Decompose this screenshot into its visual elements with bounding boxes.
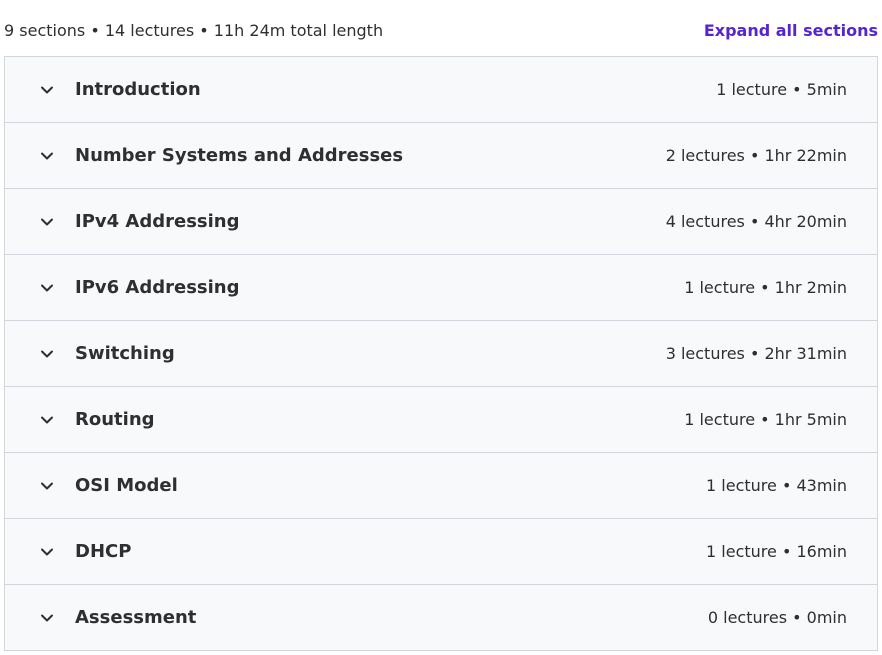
expand-all-sections-button[interactable]: Expand all sections: [704, 20, 878, 42]
section-row-ipv4[interactable]: IPv4 Addressing 4 lectures • 4hr 20min: [5, 189, 877, 255]
section-row-switching[interactable]: Switching 3 lectures • 2hr 31min: [5, 321, 877, 387]
chevron-down-icon: [39, 544, 55, 560]
chevron-down-icon: [39, 478, 55, 494]
section-title: DHCP: [75, 541, 132, 562]
section-meta: 1 lecture • 43min: [706, 476, 847, 495]
section-meta: 4 lectures • 4hr 20min: [665, 212, 847, 231]
section-title: Switching: [75, 343, 175, 364]
section-title: IPv4 Addressing: [75, 211, 240, 232]
section-meta: 1 lecture • 1hr 2min: [684, 278, 847, 297]
section-row-osi-model[interactable]: OSI Model 1 lecture • 43min: [5, 453, 877, 519]
section-row-routing[interactable]: Routing 1 lecture • 1hr 5min: [5, 387, 877, 453]
chevron-down-icon: [39, 148, 55, 164]
section-row-dhcp[interactable]: DHCP 1 lecture • 16min: [5, 519, 877, 585]
section-title: Introduction: [75, 79, 201, 100]
section-row-introduction[interactable]: Introduction 1 lecture • 5min: [5, 57, 877, 123]
curriculum-summary-text: 9 sections • 14 lectures • 11h 24m total…: [4, 21, 384, 40]
section-title: Assessment: [75, 607, 197, 628]
section-meta: 1 lecture • 5min: [716, 80, 847, 99]
curriculum-panel: 9 sections • 14 lectures • 11h 24m total…: [0, 0, 882, 655]
curriculum-summary-bar: 9 sections • 14 lectures • 11h 24m total…: [0, 0, 882, 56]
section-meta: 0 lectures • 0min: [707, 608, 847, 627]
section-meta: 3 lectures • 2hr 31min: [665, 344, 847, 363]
section-meta: 1 lecture • 1hr 5min: [684, 410, 847, 429]
section-row-number-systems[interactable]: Number Systems and Addresses 2 lectures …: [5, 123, 877, 189]
section-title: IPv6 Addressing: [75, 277, 240, 298]
section-meta: 2 lectures • 1hr 22min: [665, 146, 847, 165]
section-title: Number Systems and Addresses: [75, 145, 404, 166]
section-title: OSI Model: [75, 475, 178, 496]
section-title: Routing: [75, 409, 155, 430]
chevron-down-icon: [39, 610, 55, 626]
chevron-down-icon: [39, 82, 55, 98]
chevron-down-icon: [39, 280, 55, 296]
chevron-down-icon: [39, 346, 55, 362]
section-meta: 1 lecture • 16min: [706, 542, 847, 561]
section-list: Introduction 1 lecture • 5min Number Sys…: [4, 56, 878, 651]
chevron-down-icon: [39, 412, 55, 428]
chevron-down-icon: [39, 214, 55, 230]
section-row-ipv6[interactable]: IPv6 Addressing 1 lecture • 1hr 2min: [5, 255, 877, 321]
section-row-assessment[interactable]: Assessment 0 lectures • 0min: [5, 585, 877, 651]
